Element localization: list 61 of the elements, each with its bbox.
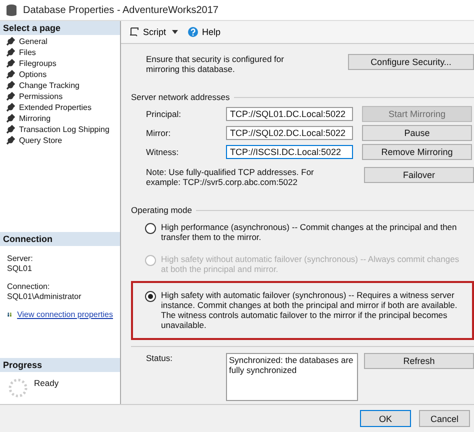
script-icon [129,27,139,37]
database-icon [6,4,17,16]
wrench-icon [6,114,15,123]
wrench-icon [6,136,15,145]
dialog-button[interactable]: Cancel [419,410,470,427]
group-heading: Operating mode [131,205,192,215]
view-connection-properties-link[interactable]: View connection properties [17,310,113,319]
sidebar-item[interactable]: Permissions [0,91,120,102]
connection-label: Connection: [7,282,51,292]
sidebar-item[interactable]: Mirroring [0,113,120,124]
sidebar-item[interactable]: Options [0,69,120,80]
caret-icon[interactable] [172,30,178,34]
help-icon [188,27,198,37]
radio-label: High safety without automatic failover (synchronous) -- Always commit changes at both the principal and mirror. [161,254,460,274]
status-label: Status: [146,353,174,363]
address-field[interactable]: TCP://ISCSI.DC.Local:5022 [226,144,353,158]
configure-security-button[interactable]: Configure Security... [348,54,474,70]
window-title: Database Properties - AdventureWorks2017 [23,4,218,16]
address-label: Witness: [146,146,180,156]
radio-label: High safety with automatic failover (synchronous) -- Requires a witness server instance. Commit changes at both the principal and mirror if both are available. The witness controls automatic failover to the mirror if the principal becomes unavailable. [161,290,458,330]
sidebar-item[interactable]: Transaction Log Shipping [0,124,120,135]
wrench-icon [6,70,15,79]
progress-status: Ready [34,378,59,388]
section-header: Progress [0,358,120,372]
refresh-button[interactable]: Refresh [364,353,474,369]
section-header: Connection [0,232,120,246]
group-heading: Server network addresses [131,92,230,102]
mirroring-button[interactable]: Pause [362,124,472,140]
sidebar-item[interactable]: General [0,36,120,47]
sidebar-item[interactable]: Files [0,47,120,58]
help-button[interactable]: Help [186,27,223,37]
server-label: Server: [7,254,34,264]
connection-value: SQL01\Administrator [7,292,82,302]
address-note: Note: Use fully-qualified TCP addresses. For example: TCP://svr5.corp.abc.com:5022 [146,167,315,187]
wrench-icon [6,59,15,68]
dialog-button[interactable]: OK [360,410,411,427]
address-label: Mirror: [146,128,172,138]
sidebar-item[interactable]: Extended Properties [0,102,120,113]
wrench-icon [6,125,15,134]
status-field: Synchronized: the databases are fully synchronized [226,353,358,401]
radio-label: High performance (asynchronous) -- Commit changes at the principal and then transfer them to the mirror. [161,222,458,242]
mirroring-button[interactable]: Remove Mirroring [362,144,472,160]
sidebar-item[interactable]: Filegroups [0,58,120,69]
radio-button[interactable] [145,223,156,234]
wrench-icon [6,48,15,57]
wrench-icon [6,81,15,90]
address-field[interactable]: TCP://SQL02.DC.Local:5022 [226,126,353,140]
spinner-icon [8,378,28,398]
sidebar-item[interactable]: Change Tracking [0,80,120,91]
server-value: SQL01 [7,264,33,274]
wrench-icon [6,103,15,112]
wrench-icon [6,37,15,46]
failover-button[interactable]: Failover [364,167,474,183]
script-button[interactable]: Script [127,27,168,37]
people-icon [7,310,12,319]
address-label: Principal: [146,108,182,118]
section-header: Select a page [0,21,120,35]
sidebar-item[interactable]: Query Store [0,135,120,146]
radio-button[interactable] [145,291,156,302]
security-note: Ensure that security is configured for mirroring this database. [146,54,285,74]
wrench-icon [6,92,15,101]
